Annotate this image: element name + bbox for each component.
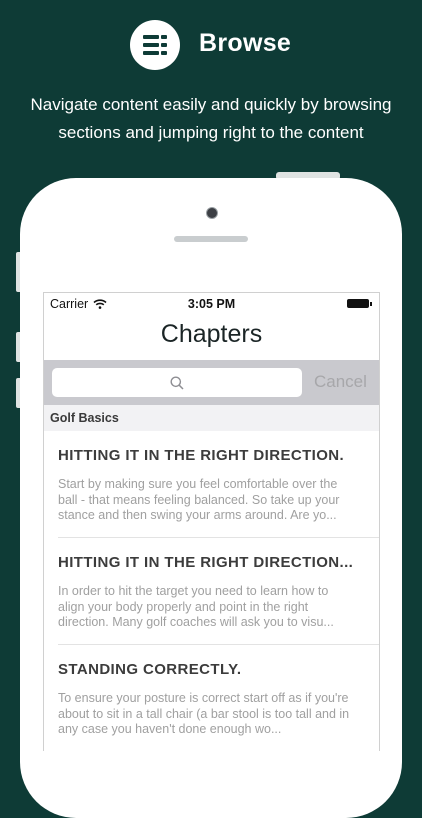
speaker-grille xyxy=(174,236,248,242)
phone-screen: Carrier 3:05 PM Chapters Cancel Golf Bas… xyxy=(43,292,380,751)
list-item[interactable]: HITTING IT IN THE RIGHT DIRECTION... In … xyxy=(58,538,379,645)
cancel-button[interactable]: Cancel xyxy=(314,372,367,392)
search-input[interactable] xyxy=(52,368,302,397)
chapter-excerpt: Start by making sure you feel comfortabl… xyxy=(58,477,340,522)
tagline-line-1: Navigate content easily and quickly by b… xyxy=(30,95,392,114)
chapter-excerpt: In order to hit the target you need to l… xyxy=(58,584,334,629)
status-bar: Carrier 3:05 PM xyxy=(44,293,379,315)
battery-icon xyxy=(347,299,372,308)
browse-badge xyxy=(130,20,180,70)
headline: Browse xyxy=(199,29,292,57)
chapter-list: HITTING IT IN THE RIGHT DIRECTION. Start… xyxy=(44,431,379,751)
chapter-title: HITTING IT IN THE RIGHT DIRECTION... xyxy=(58,554,354,571)
list-icon xyxy=(143,35,167,55)
tagline-line-2: sections and jumping right to the conten… xyxy=(58,123,364,142)
section-title: Golf Basics xyxy=(50,411,119,425)
list-item[interactable]: HITTING IT IN THE RIGHT DIRECTION. Start… xyxy=(58,431,379,538)
list-item[interactable]: STANDING CORRECTLY. To ensure your postu… xyxy=(58,645,379,751)
page-title: Chapters xyxy=(160,320,263,348)
camera-icon xyxy=(206,207,218,219)
status-time: 3:05 PM xyxy=(187,297,236,311)
tagline: Navigate content easily and quickly by b… xyxy=(0,91,422,147)
chapter-excerpt: To ensure your posture is correct start … xyxy=(58,691,350,736)
search-bar: Cancel xyxy=(44,360,379,405)
chapter-title: HITTING IT IN THE RIGHT DIRECTION. xyxy=(58,447,345,464)
promo-header: Browse Navigate content easily and quick… xyxy=(0,0,422,150)
chapter-title: STANDING CORRECTLY. xyxy=(58,661,242,678)
section-header: Golf Basics xyxy=(44,405,379,431)
search-icon xyxy=(170,376,184,390)
